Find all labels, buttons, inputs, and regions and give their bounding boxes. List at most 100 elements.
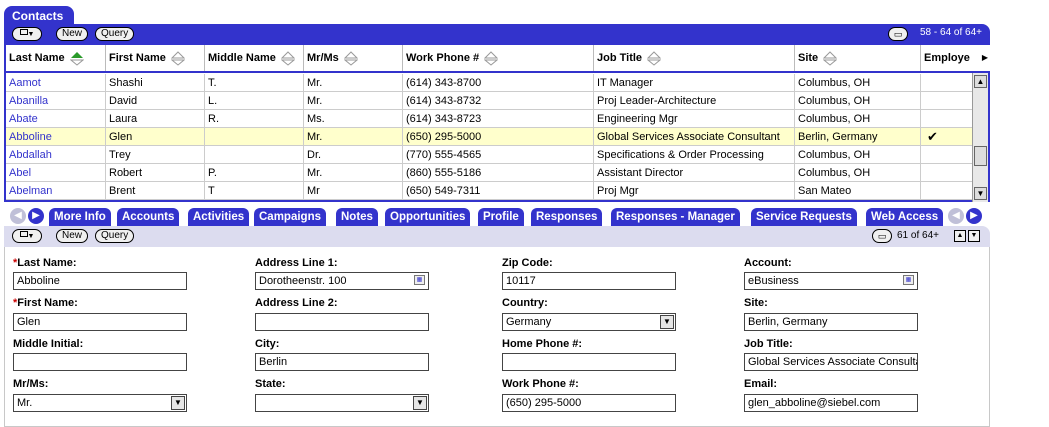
- form-menu-button[interactable]: ▼: [12, 229, 42, 243]
- table-row-selected[interactable]: Abboline Glen Mr. (650) 295-5000 Global …: [6, 128, 974, 146]
- form-record-nav-icon[interactable]: ▭: [872, 229, 892, 243]
- tabs-page-left-icon[interactable]: ◀: [948, 208, 964, 224]
- dropdown-arrow-icon[interactable]: ▼: [171, 396, 185, 410]
- address1-field[interactable]: Dorotheenstr. 100 ▦: [255, 272, 429, 290]
- country-label: Country:: [502, 297, 548, 309]
- home-phone-field[interactable]: [502, 353, 676, 371]
- sort-icon[interactable]: [343, 50, 358, 66]
- col-first-name[interactable]: First Name: [106, 45, 205, 71]
- list-new-button[interactable]: New: [56, 27, 89, 41]
- address2-field[interactable]: [255, 313, 429, 331]
- last-name-field[interactable]: Abboline: [13, 272, 187, 290]
- col-mr-ms[interactable]: Mr/Ms: [304, 45, 403, 71]
- account-picker-icon[interactable]: ▦: [903, 275, 914, 285]
- record-nav-icon[interactable]: ▭: [888, 27, 908, 41]
- tab-service-requests[interactable]: Service Requests: [751, 208, 857, 226]
- list-record-count: 58 - 64 of 64+: [920, 27, 982, 38]
- tab-more-info[interactable]: More Info: [49, 208, 111, 226]
- sort-asc-icon[interactable]: [69, 50, 84, 66]
- tab-responses[interactable]: Responses: [531, 208, 603, 226]
- cell-middle-name: L.: [205, 92, 304, 110]
- scroll-right-icon[interactable]: ▶: [982, 53, 988, 62]
- cell-employee: [921, 182, 974, 200]
- scroll-thumb[interactable]: [974, 146, 987, 166]
- table-row[interactable]: Abate Laura R. Ms. (614) 343-8723 Engine…: [6, 110, 974, 128]
- scroll-down-icon[interactable]: ▼: [974, 187, 987, 200]
- tab-opportunities[interactable]: Opportunities: [385, 208, 471, 226]
- first-name-field[interactable]: Glen: [13, 313, 187, 331]
- col-last-name[interactable]: Last Name: [6, 45, 106, 71]
- col-site-label: Site: [798, 52, 819, 64]
- tab-campaigns[interactable]: Campaigns: [254, 208, 326, 226]
- address-picker-icon[interactable]: ▦: [414, 275, 425, 285]
- cell-last-name[interactable]: Abanilla: [6, 92, 106, 110]
- col-middle-name[interactable]: Middle Name: [205, 45, 304, 71]
- sort-icon[interactable]: [170, 50, 185, 66]
- email-label: Email:: [744, 378, 778, 390]
- next-record-icon[interactable]: ▼: [968, 230, 980, 242]
- prev-record-icon[interactable]: ▲: [954, 230, 966, 242]
- form-new-button[interactable]: New: [56, 229, 89, 243]
- job-title-field[interactable]: Global Services Associate Consultant: [744, 353, 918, 371]
- site-field[interactable]: Berlin, Germany: [744, 313, 918, 331]
- sort-icon[interactable]: [823, 50, 838, 66]
- sort-icon[interactable]: [647, 50, 662, 66]
- cell-employee: [921, 92, 974, 110]
- middle-initial-field[interactable]: [13, 353, 187, 371]
- cell-last-name[interactable]: Abelman: [6, 182, 106, 200]
- form-query-button[interactable]: Query: [95, 229, 135, 243]
- tab-responses-manager[interactable]: Responses - Manager: [611, 208, 740, 226]
- cell-work-phone: (650) 295-5000: [403, 128, 594, 146]
- work-phone-field[interactable]: (650) 295-5000: [502, 394, 676, 412]
- cell-job-title: Engineering Mgr: [594, 110, 795, 128]
- tab-web-access[interactable]: Web Access: [866, 208, 944, 226]
- scroll-up-icon[interactable]: ▲: [974, 75, 987, 88]
- cell-first-name: Laura: [106, 110, 205, 128]
- check-icon: ✔: [927, 129, 938, 144]
- site-label: Site:: [744, 297, 768, 309]
- email-field[interactable]: glen_abboline@siebel.com: [744, 394, 918, 412]
- list-scrollbar[interactable]: ▲ ▼: [972, 73, 988, 202]
- tab-contacts[interactable]: Contacts: [4, 6, 74, 26]
- tab-activities[interactable]: Activities: [188, 208, 250, 226]
- table-row[interactable]: Aamot Shashi T. Mr. (614) 343-8700 IT Ma…: [6, 74, 974, 92]
- tabs-page-right-icon[interactable]: ▶: [966, 208, 982, 224]
- state-select[interactable]: ▼: [255, 394, 429, 412]
- tab-accounts[interactable]: Accounts: [117, 208, 180, 226]
- cell-employee: [921, 110, 974, 128]
- city-field[interactable]: Berlin: [255, 353, 429, 371]
- table-row[interactable]: Abdallah Trey Dr. (770) 555-4565 Specifi…: [6, 146, 974, 164]
- tab-profile[interactable]: Profile: [478, 208, 524, 226]
- cell-last-name[interactable]: Abboline: [6, 128, 106, 146]
- cell-last-name[interactable]: Aamot: [6, 74, 106, 92]
- cell-last-name[interactable]: Abel: [6, 164, 106, 182]
- col-site[interactable]: Site: [795, 45, 921, 71]
- col-employee[interactable]: Employe: [921, 45, 973, 71]
- country-select[interactable]: Germany ▼: [502, 313, 676, 331]
- cell-last-name[interactable]: Abate: [6, 110, 106, 128]
- cell-middle-name: P.: [205, 164, 304, 182]
- table-row[interactable]: Abel Robert P. Mr. (860) 555-5186 Assist…: [6, 164, 974, 182]
- table-row[interactable]: Abanilla David L. Mr. (614) 343-8732 Pro…: [6, 92, 974, 110]
- tabs-scroll-left-icon[interactable]: ◀: [10, 208, 26, 224]
- account-field[interactable]: eBusiness ▦: [744, 272, 918, 290]
- cell-first-name: Shashi: [106, 74, 205, 92]
- dropdown-arrow-icon[interactable]: ▼: [413, 396, 427, 410]
- tabs-scroll-right-icon[interactable]: ▶: [28, 208, 44, 224]
- sort-icon[interactable]: [484, 50, 499, 66]
- list-query-button[interactable]: Query: [95, 27, 135, 41]
- sort-icon[interactable]: [280, 50, 295, 66]
- last-name-label-text: Last Name:: [17, 257, 77, 269]
- col-job-title-label: Job Title: [597, 52, 643, 64]
- col-work-phone[interactable]: Work Phone #: [403, 45, 594, 71]
- cell-mr-ms: Mr.: [304, 74, 403, 92]
- col-job-title[interactable]: Job Title: [594, 45, 795, 71]
- mr-ms-select[interactable]: Mr. ▼: [13, 394, 187, 412]
- dropdown-arrow-icon[interactable]: ▼: [660, 315, 674, 329]
- col-last-name-label: Last Name: [9, 52, 65, 64]
- tab-notes[interactable]: Notes: [336, 208, 378, 226]
- zip-field[interactable]: 10117: [502, 272, 676, 290]
- table-row[interactable]: Abelman Brent T Mr (650) 549-7311 Proj M…: [6, 182, 974, 200]
- cell-last-name[interactable]: Abdallah: [6, 146, 106, 164]
- list-menu-button[interactable]: ▼: [12, 27, 42, 41]
